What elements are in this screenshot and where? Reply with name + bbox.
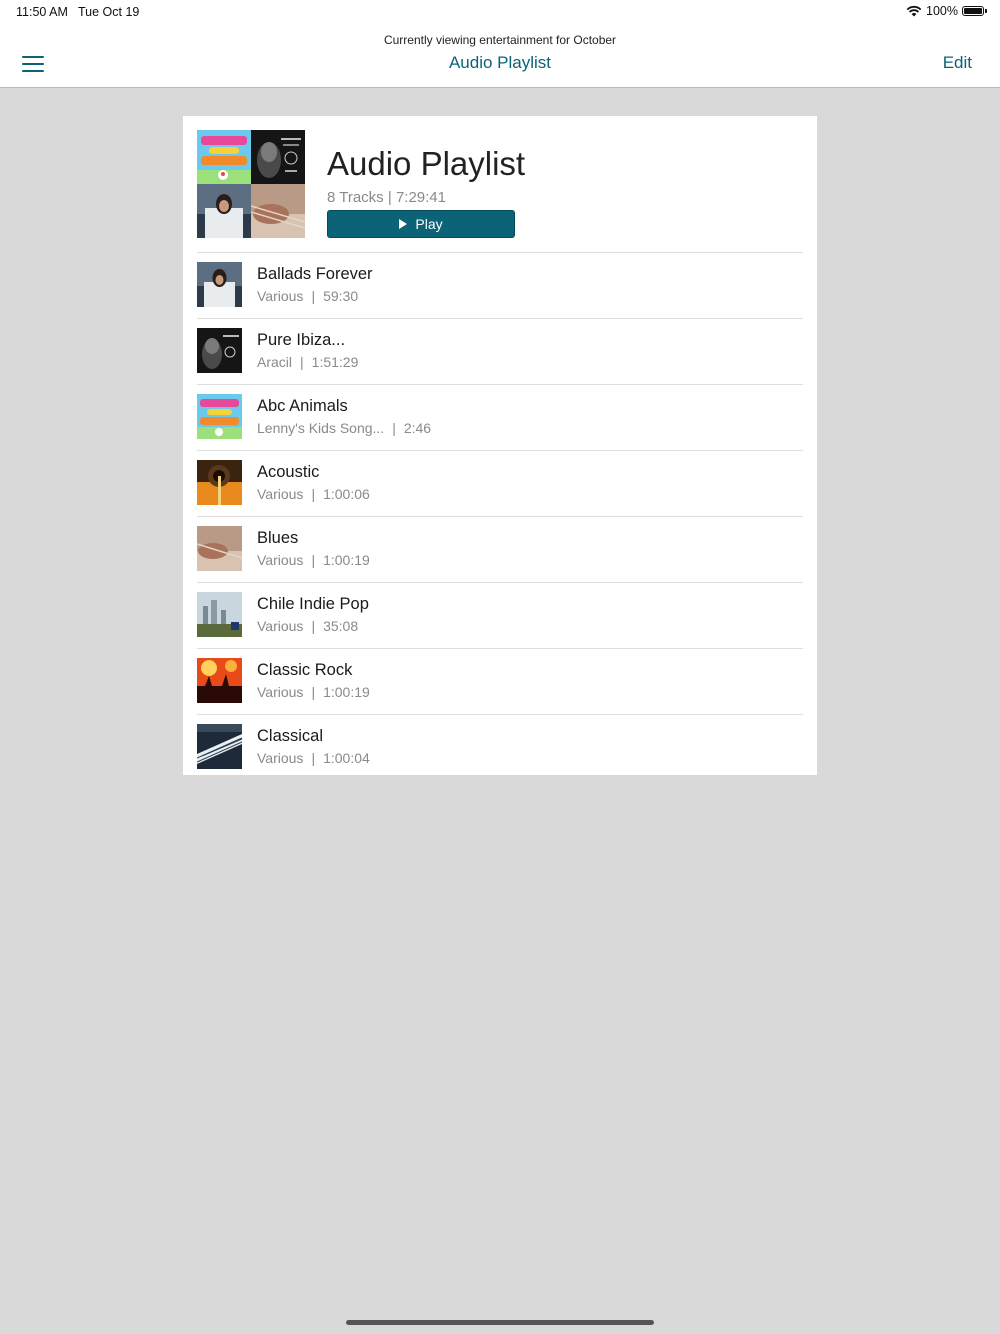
track-meta: Aracil | 1:51:29 [257,354,359,370]
status-date: Tue Oct 19 [78,5,140,19]
track-duration: 1:00:04 [323,750,370,766]
track-title: Blues [257,529,299,547]
track-row[interactable]: Pure Ibiza... Aracil | 1:51:29 [197,318,803,384]
track-artist: Various [257,486,304,502]
status-time: 11:50 AM [16,5,68,19]
nav-bar: Currently viewing entertainment for Octo… [0,26,1000,88]
battery-fill [964,8,982,14]
track-artwork [197,328,242,373]
playlist-header: Audio Playlist 8 Tracks | 7:29:41 Play [197,130,803,252]
track-meta: Various | 1:00:04 [257,750,370,766]
track-title: Classical [257,727,324,745]
cover-tile-ibiza [251,130,305,184]
track-duration: 59:30 [323,288,359,304]
track-title: Pure Ibiza... [257,331,346,349]
track-duration: 1:00:06 [323,486,370,502]
track-artist: Lenny's Kids Song... [257,420,385,436]
battery-icon [962,6,987,16]
track-artwork [197,394,242,439]
track-title: Acoustic [257,463,320,481]
track-artwork [197,526,242,571]
track-title: Chile Indie Pop [257,595,369,613]
track-duration: 1:00:19 [323,684,370,700]
track-artwork [197,724,242,769]
cover-tile-animals [197,130,251,184]
track-artist: Aracil [257,354,293,370]
track-artist: Various [257,750,304,766]
nav-subtitle: Currently viewing entertainment for Octo… [383,33,617,47]
track-title: Ballads Forever [257,265,373,283]
track-artwork [197,460,242,505]
track-row[interactable]: Abc Animals Lenny's Kids Song... | 2:46 [197,384,803,450]
playlist-track-count: 8 Tracks [327,189,384,206]
track-meta: Various | 1:00:19 [257,684,370,700]
track-duration: 1:51:29 [311,354,359,370]
cover-tile-ballads [197,184,251,238]
track-duration: 1:00:19 [323,552,370,568]
track-meta: Various | 59:30 [257,288,359,304]
track-row[interactable]: Blues Various | 1:00:19 [197,516,803,582]
track-meta: Lenny's Kids Song... | 2:46 [257,420,432,436]
track-meta: Various | 1:00:06 [257,486,370,502]
track-artist: Various [257,288,304,304]
track-row[interactable]: Acoustic Various | 1:00:06 [197,450,803,516]
track-duration: 2:46 [403,420,432,436]
track-artist: Various [257,552,304,568]
track-artwork [197,262,242,307]
cover-tile-blues [251,184,305,238]
playlist-meta: 8 Tracks | 7:29:41 [327,189,446,206]
status-indicators: 100% [906,4,987,18]
track-artist: Various [257,684,304,700]
track-row[interactable]: Classical Various | 1:00:04 [197,714,803,780]
track-row[interactable]: Ballads Forever Various | 59:30 [197,252,803,318]
track-row[interactable]: Chile Indie Pop Various | 35:08 [197,582,803,648]
nav-title: Audio Playlist [448,53,552,72]
playlist-title: Audio Playlist [327,145,526,182]
track-meta: Various | 1:00:19 [257,552,370,568]
track-duration: 35:08 [323,618,359,634]
status-bar: 11:50 AM Tue Oct 19 100% [0,0,1000,26]
play-icon [399,219,408,229]
playlist-duration: 7:29:41 [395,189,446,206]
track-list: Ballads Forever Various | 59:30 Pure Ibiza..… [197,252,803,780]
playlist-cover-art [197,130,305,238]
track-title: Classic Rock [257,661,353,679]
track-artwork [197,592,242,637]
play-button[interactable]: Play [327,210,515,238]
battery-percent: 100% [926,4,958,18]
wifi-icon [906,5,922,17]
track-row[interactable]: Classic Rock Various | 1:00:19 [197,648,803,714]
edit-button[interactable]: Edit [943,53,972,73]
home-indicator[interactable] [346,1320,654,1325]
track-artwork [197,658,242,703]
play-label: Play [415,216,443,232]
playlist-card: Audio Playlist 8 Tracks | 7:29:41 Play B… [183,116,817,775]
track-title: Abc Animals [257,397,348,415]
track-meta: Various | 35:08 [257,618,359,634]
track-artist: Various [257,618,304,634]
